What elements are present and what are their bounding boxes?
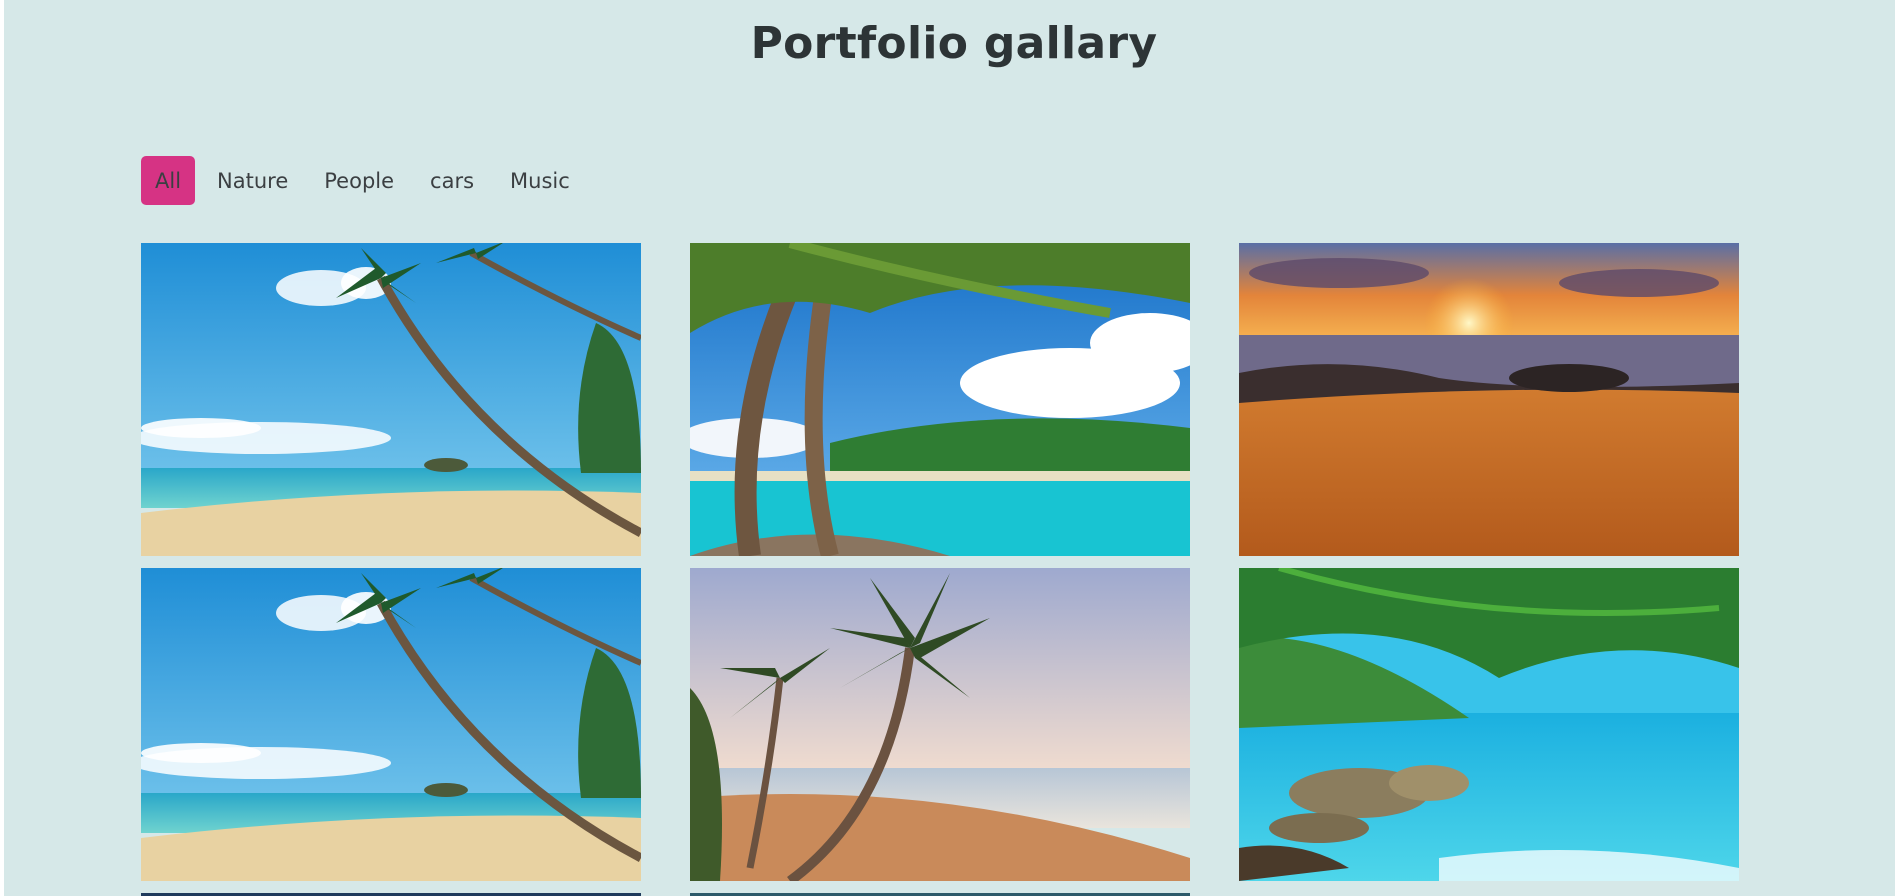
filter-bar: All Nature People cars Music [141,156,590,205]
gallery-image-palm-lagoon[interactable] [690,243,1190,556]
filter-people-button[interactable]: People [308,156,410,205]
filter-nature-button[interactable]: Nature [201,156,304,205]
filter-cars-button[interactable]: cars [414,156,490,205]
portfolio-page: Portfolio gallary All Nature People cars… [4,0,1895,896]
gallery-image-palm-shore[interactable] [690,568,1190,881]
filter-music-button[interactable]: Music [494,156,586,205]
gallery-image-palm-cove[interactable] [1239,568,1739,881]
gallery-image-beach-palm[interactable] [141,568,641,881]
page-title: Portfolio gallary [750,18,1158,69]
filter-all-button[interactable]: All [141,156,196,205]
gallery-image-beach-palm[interactable] [141,243,641,556]
gallery-image-sunset-beach[interactable] [1239,243,1739,556]
